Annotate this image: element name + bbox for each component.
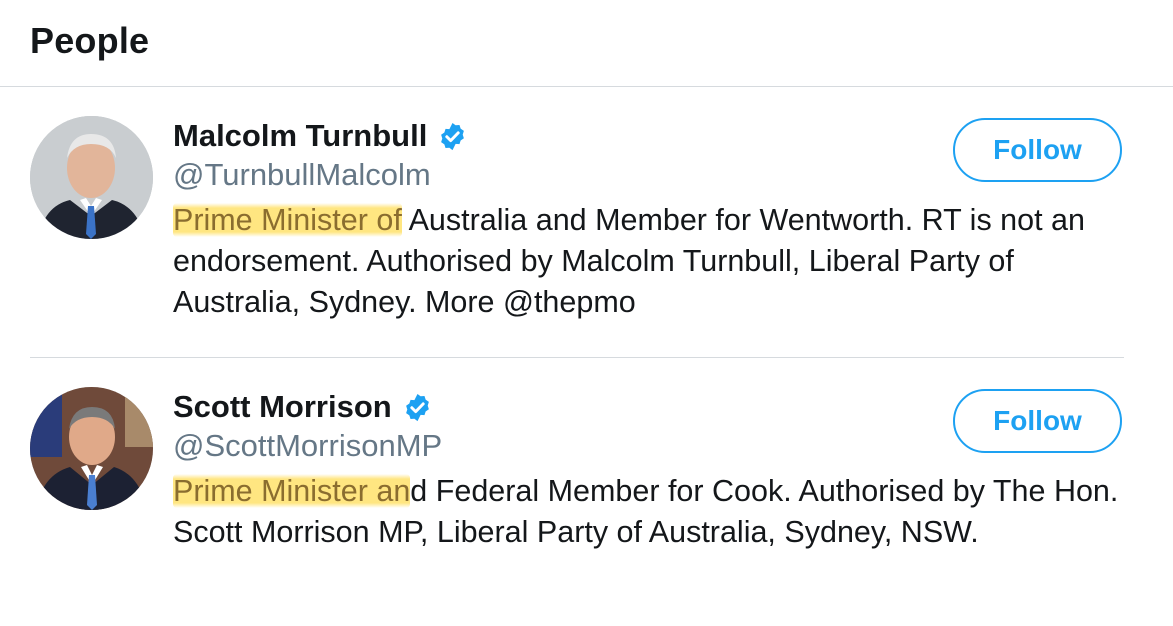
avatar-image-turnbull: [30, 116, 153, 239]
user-handle[interactable]: @ScottMorrisonMP: [173, 428, 442, 464]
avatar-image-morrison: [30, 387, 153, 510]
follow-button[interactable]: Follow: [953, 389, 1122, 453]
person-card[interactable]: Scott Morrison @ScottMorrisonMP Prime Mi…: [0, 358, 1173, 626]
verified-badge-icon: [402, 392, 433, 423]
display-name[interactable]: Scott Morrison: [173, 389, 392, 425]
user-bio: Prime Minister and Federal Member for Co…: [173, 471, 1133, 553]
person-card[interactable]: Malcolm Turnbull @TurnbullMalcolm Prime …: [0, 87, 1173, 357]
display-name[interactable]: Malcolm Turnbull: [173, 118, 427, 154]
bio-highlight: Prime Minister of: [173, 203, 402, 237]
people-header: People: [0, 0, 1173, 87]
bio-highlight: Prime Minister an: [173, 474, 411, 508]
section-title: People: [30, 20, 150, 61]
user-handle[interactable]: @TurnbullMalcolm: [173, 157, 431, 193]
name-row: Scott Morrison: [173, 385, 433, 429]
name-row: Malcolm Turnbull: [173, 114, 468, 158]
user-bio: Prime Minister of Australia and Member f…: [173, 200, 1133, 323]
follow-button[interactable]: Follow: [953, 118, 1122, 182]
avatar[interactable]: [30, 387, 153, 510]
verified-badge-icon: [437, 121, 468, 152]
avatar[interactable]: [30, 116, 153, 239]
